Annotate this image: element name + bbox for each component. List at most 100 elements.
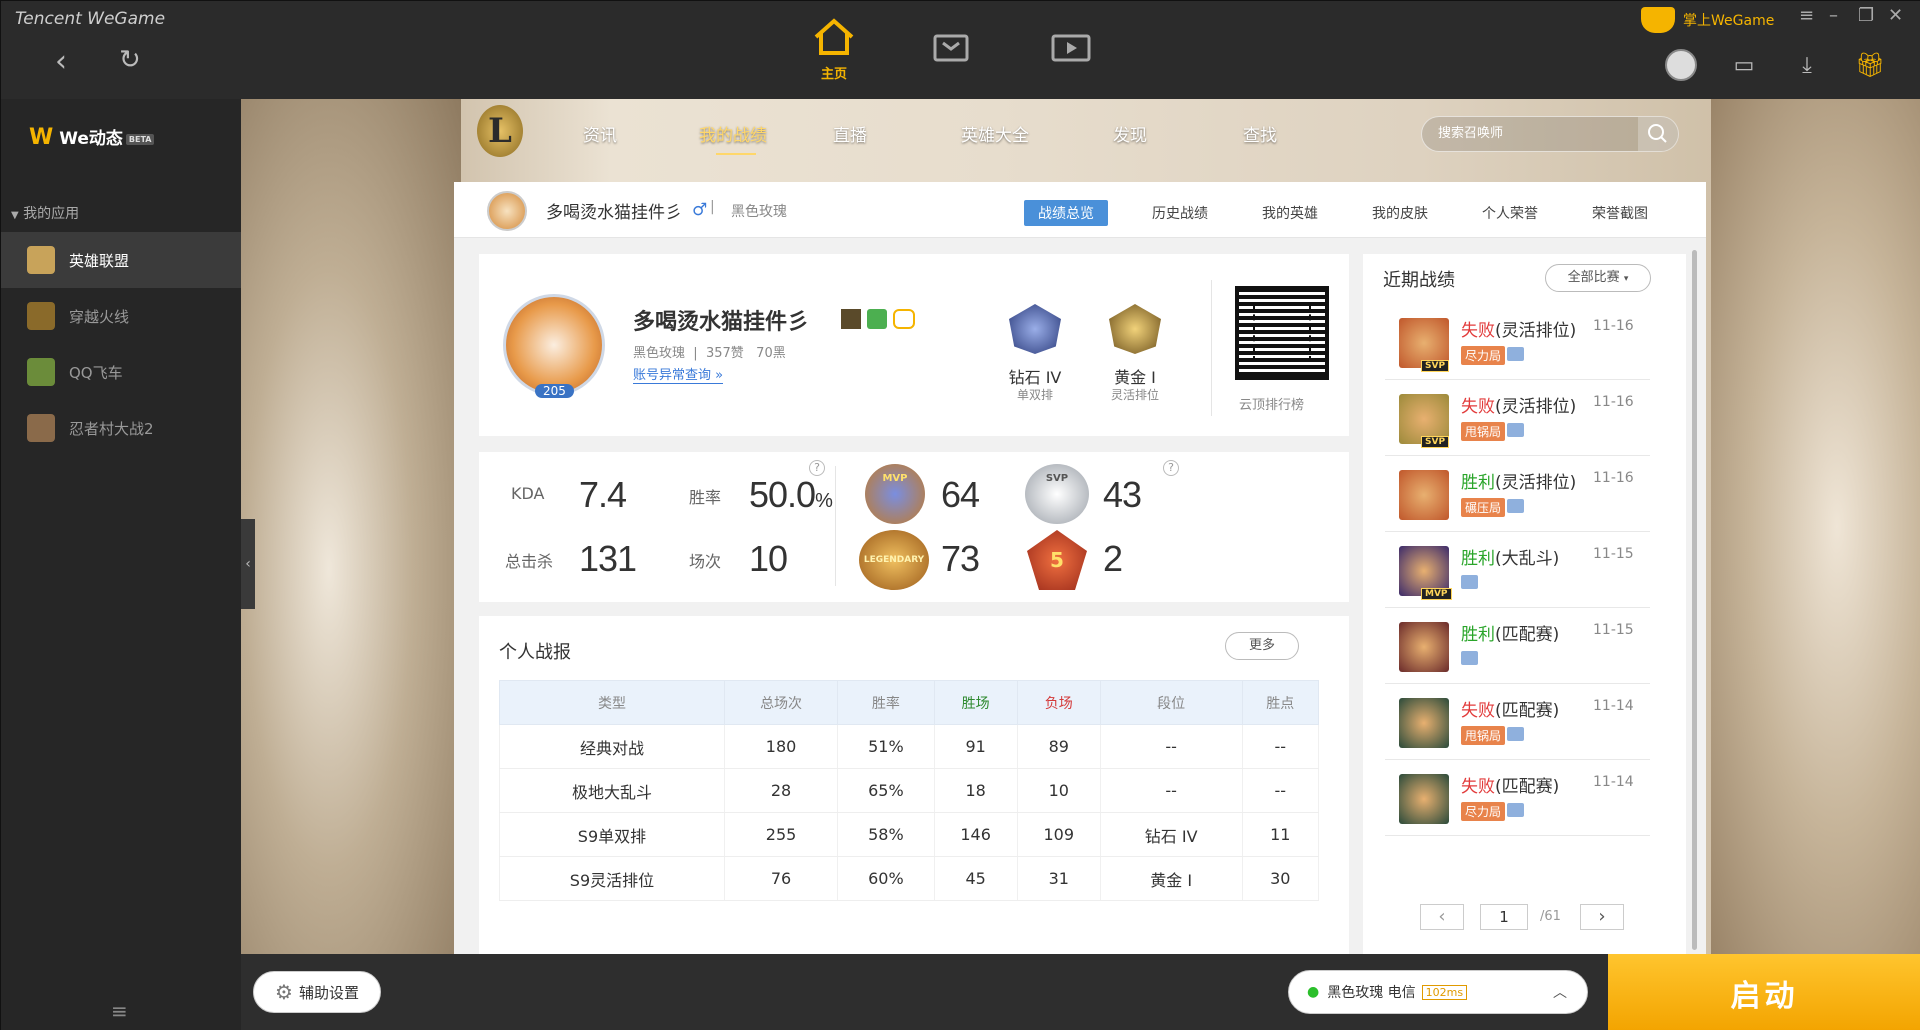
recent-match-item[interactable]: 失败(匹配赛) 11-14 尽力局 [1385, 760, 1650, 836]
match-result: 失败 [1461, 321, 1495, 341]
screenshot-icon[interactable] [1507, 803, 1524, 817]
legendary-count: 73 [941, 538, 980, 579]
search-button[interactable] [1638, 117, 1678, 151]
we-logo-icon: W [29, 125, 54, 150]
next-page-button[interactable]: › [1580, 904, 1624, 930]
match-filter-select[interactable]: 全部比赛 ▾ [1545, 264, 1651, 292]
mobile-wegame-label: 掌上WeGame [1683, 13, 1775, 29]
table-cell: 60% [837, 856, 935, 901]
champion-avatar [1399, 470, 1449, 520]
download-icon[interactable]: ⤓ [1787, 45, 1827, 85]
search-icon [1648, 124, 1667, 143]
recent-match-item[interactable]: SVP 失败(灵活排位) 11-16 甩锅局 [1385, 380, 1650, 456]
sidebar-item-cf[interactable]: 穿越火线 [1, 288, 241, 344]
we-dynamic-title[interactable]: W We动态 BETA [29, 124, 155, 150]
tab-heroes[interactable]: 英雄大全 [961, 121, 1029, 146]
table-cell: 91 [933, 724, 1018, 769]
prev-page-button[interactable]: ‹ [1420, 904, 1464, 930]
refresh-button[interactable]: ↻ [119, 45, 141, 75]
tab-discover[interactable]: 发现 [1113, 121, 1147, 146]
tab-history[interactable]: 历史战绩 [1152, 203, 1208, 223]
collapse-icon: ▼ [11, 210, 19, 221]
minimize-button[interactable]: – [1829, 5, 1838, 26]
home-nav[interactable]: 主页 [804, 17, 864, 82]
mvp-count: 64 [941, 474, 980, 515]
tab-my-skins[interactable]: 我的皮肤 [1372, 203, 1428, 223]
match-badge: MVP [1421, 588, 1452, 600]
chat-icon[interactable]: ▭ [1724, 45, 1764, 85]
tab-my-heroes[interactable]: 我的英雄 [1262, 203, 1318, 223]
table-cell: 经典对战 [499, 724, 725, 769]
match-mode: (匹配赛) [1495, 777, 1560, 797]
server-select[interactable]: ● 黑色玫瑰 电信 102ms ︿ [1288, 970, 1588, 1014]
report-card: 个人战报 更多 类型 总场次 胜率 胜场 负场 段位 胜点 经典对战 180 51%… [479, 616, 1349, 954]
match-mode: (匹配赛) [1495, 701, 1560, 721]
my-apps-section[interactable]: ▼ 我的应用 [11, 203, 79, 223]
match-tag: 碾压局 [1461, 498, 1506, 517]
penta-kill-icon: 5 [1027, 530, 1087, 590]
sidebar-item-label: QQ飞车 [69, 363, 123, 382]
screenshot-icon[interactable] [1507, 423, 1524, 437]
sidebar-item-ninja[interactable]: 忍者村大战2 [1, 400, 241, 456]
match-date: 11-14 [1593, 774, 1634, 790]
kda-label: KDA [511, 484, 545, 503]
recent-match-item[interactable]: 胜利(灵活排位) 11-16 碾压局 [1385, 456, 1650, 532]
male-icon: ♂ [692, 200, 708, 220]
assist-settings-button[interactable]: ⚙ 辅助设置 [253, 971, 381, 1013]
champion-avatar [1399, 698, 1449, 748]
profile-likes: 357赞 [705, 346, 744, 361]
more-button[interactable]: 更多 [1225, 632, 1299, 660]
recent-match-item[interactable]: SVP 失败(灵活排位) 11-16 尽力局 [1385, 304, 1650, 380]
tab-search[interactable]: 查找 [1243, 121, 1277, 146]
tab-my-stats[interactable]: 我的战绩 [699, 121, 767, 146]
avatar[interactable] [1661, 45, 1701, 85]
recent-match-item[interactable]: 失败(匹配赛) 11-14 甩锅局 [1385, 684, 1650, 760]
menu-icon[interactable]: ≡ [1799, 5, 1814, 26]
tab-honors[interactable]: 个人荣誉 [1482, 203, 1538, 223]
table-cell: 18 [933, 768, 1018, 813]
sidebar-menu-icon[interactable]: ≡ [111, 999, 128, 1023]
mobile-wegame[interactable]: 掌上WeGame [1641, 7, 1774, 33]
collapse-handle[interactable]: ‹ [241, 519, 255, 609]
gift-icon[interactable]: 🎁︎ [1850, 45, 1890, 85]
screenshot-icon[interactable] [1507, 727, 1524, 741]
help-icon[interactable]: ? [809, 460, 825, 476]
screenshot-icon[interactable] [1507, 499, 1524, 513]
back-button[interactable]: ‹ [55, 47, 67, 77]
sidebar-item-label: 英雄联盟 [69, 251, 130, 270]
screenshot-icon[interactable] [1461, 651, 1478, 665]
close-button[interactable]: ✕ [1888, 5, 1903, 26]
table-cell: -- [1099, 724, 1243, 769]
help-icon[interactable]: ? [1163, 460, 1179, 476]
chevron-up-icon: ︿ [1553, 985, 1567, 1001]
match-result: 胜利 [1461, 549, 1495, 569]
video-nav[interactable] [1041, 33, 1101, 63]
qr-code[interactable] [1235, 286, 1329, 380]
tab-news[interactable]: 资讯 [583, 121, 617, 146]
dragon-artwork [1711, 99, 1920, 954]
we-dynamic-label: We动态 [59, 129, 123, 149]
tab-overview[interactable]: 战绩总览 [1024, 200, 1108, 226]
table-cell: 146 [933, 812, 1018, 857]
start-button[interactable]: 启动 [1608, 954, 1920, 1030]
screenshot-icon[interactable] [1461, 575, 1478, 589]
mvp-badge-icon: MVP [865, 464, 925, 524]
scrollbar[interactable] [1692, 250, 1697, 950]
recent-match-item[interactable]: MVP 胜利(大乱斗) 11-15 [1385, 532, 1650, 608]
report-table: 类型 总场次 胜率 胜场 负场 段位 胜点 经典对战 180 51% 91 89 -- --… [499, 680, 1319, 901]
wegame-window: Tencent WeGame ‹ ↻ 主页 掌上WeGame ≡ – ❐ ✕ ▭… [0, 0, 1920, 1030]
match-tag: 甩锅局 [1461, 422, 1506, 441]
screenshot-icon[interactable] [1507, 347, 1524, 361]
tab-live[interactable]: 直播 [833, 121, 867, 146]
sidebar-item-lol[interactable]: 英雄联盟 [1, 232, 241, 288]
abnormal-query-link[interactable]: 账号异常查询 » [633, 364, 724, 384]
recent-match-item[interactable]: 胜利(匹配赛) 11-15 [1385, 608, 1650, 684]
store-nav[interactable] [921, 33, 981, 63]
maximize-button[interactable]: ❐ [1858, 5, 1874, 26]
tab-honor-screenshots[interactable]: 荣誉截图 [1592, 203, 1648, 223]
page-input[interactable]: 1 [1480, 904, 1528, 930]
svp-badge-icon: SVP [1025, 464, 1089, 524]
sidebar-item-qqspeed[interactable]: QQ飞车 [1, 344, 241, 400]
divider [1211, 280, 1212, 416]
status-dot-icon: ● [1307, 984, 1320, 1000]
